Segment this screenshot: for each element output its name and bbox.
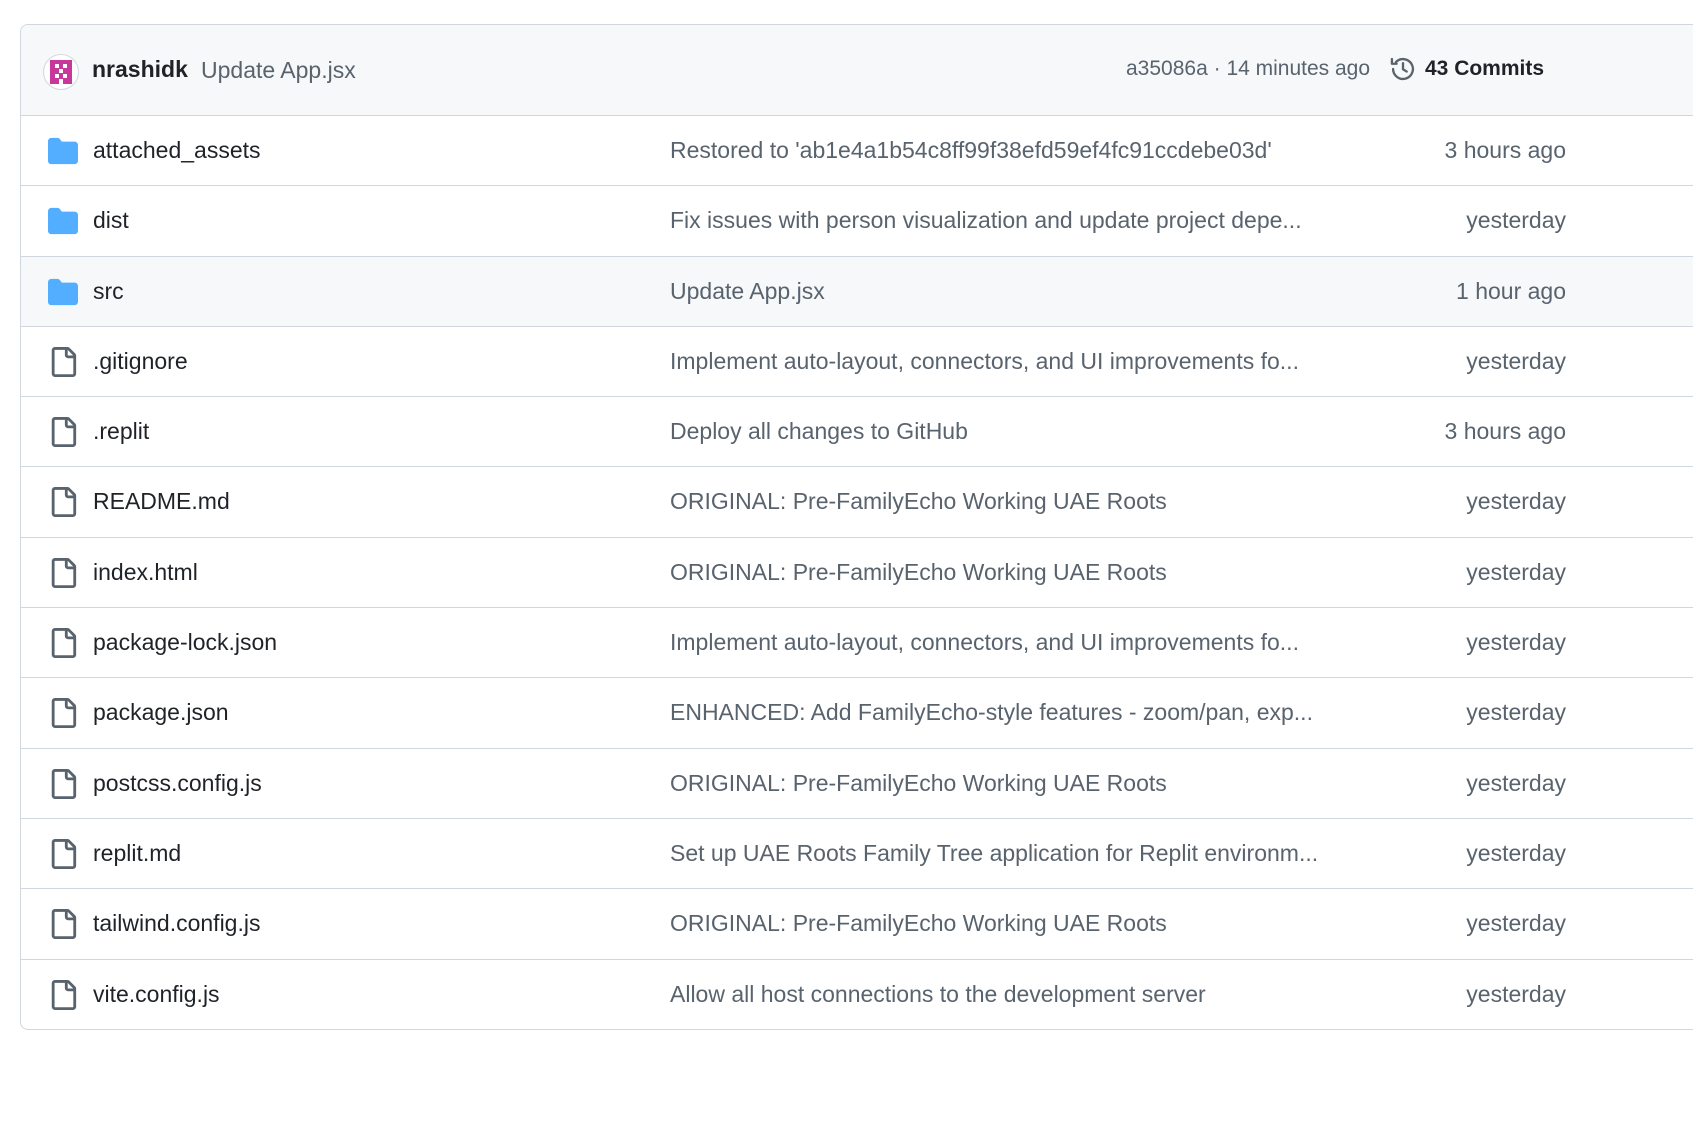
file-name[interactable]: .gitignore xyxy=(93,348,188,375)
folder-icon xyxy=(48,136,78,166)
file-commit-time: 3 hours ago xyxy=(1444,418,1566,445)
folder-icon xyxy=(48,206,78,236)
file-commit-message[interactable]: Deploy all changes to GitHub xyxy=(670,418,968,445)
commits-history-link[interactable]: 43 Commits xyxy=(1389,55,1544,83)
author-avatar[interactable] xyxy=(43,54,79,90)
file-commit-message[interactable]: Implement auto-layout, connectors, and U… xyxy=(670,629,1299,656)
commit-meta: a35086a · 14 minutes ago xyxy=(1126,57,1370,81)
file-icon xyxy=(48,909,78,940)
file-commit-time: yesterday xyxy=(1466,629,1566,656)
meta-separator: · xyxy=(1207,57,1227,80)
file-commit-message[interactable]: Allow all host connections to the develo… xyxy=(670,981,1206,1008)
file-commit-time: yesterday xyxy=(1466,839,1566,866)
file-commit-message[interactable]: Fix issues with person visualization and… xyxy=(670,207,1302,234)
file-row[interactable]: src Update App.jsx 1 hour ago xyxy=(21,256,1693,327)
file-commit-message[interactable]: Restored to 'ab1e4a1b54c8ff99f38efd59ef4… xyxy=(670,137,1272,164)
file-row[interactable]: package.json ENHANCED: Add FamilyEcho-st… xyxy=(21,678,1693,749)
file-row[interactable]: .gitignore Implement auto-layout, connec… xyxy=(21,327,1693,398)
file-icon xyxy=(48,979,78,1010)
file-row[interactable]: .replit Deploy all changes to GitHub 3 h… xyxy=(21,397,1693,468)
file-commit-message[interactable]: ENHANCED: Add FamilyEcho-style features … xyxy=(670,699,1313,726)
file-icon xyxy=(48,838,78,869)
file-browser: nrashidk Update App.jsx a35086a · 14 min… xyxy=(20,24,1693,1030)
file-row[interactable]: tailwind.config.js ORIGINAL: Pre-FamilyE… xyxy=(21,889,1693,960)
file-row[interactable]: README.md ORIGINAL: Pre-FamilyEcho Worki… xyxy=(21,467,1693,538)
file-commit-time: yesterday xyxy=(1466,558,1566,585)
file-commit-time: yesterday xyxy=(1466,769,1566,796)
file-list: attached_assets Restored to 'ab1e4a1b54c… xyxy=(21,116,1693,1029)
file-row[interactable]: vite.config.js Allow all host connection… xyxy=(21,960,1693,1029)
file-name[interactable]: vite.config.js xyxy=(93,981,220,1008)
file-row[interactable]: dist Fix issues with person visualizatio… xyxy=(21,186,1693,257)
file-commit-message[interactable]: ORIGINAL: Pre-FamilyEcho Working UAE Roo… xyxy=(670,770,1167,797)
file-name[interactable]: package-lock.json xyxy=(93,629,277,656)
file-name[interactable]: package.json xyxy=(93,699,229,726)
file-commit-time: yesterday xyxy=(1466,488,1566,515)
file-commit-time: yesterday xyxy=(1466,347,1566,374)
file-icon xyxy=(48,417,78,448)
file-name[interactable]: index.html xyxy=(93,559,198,586)
file-icon xyxy=(48,557,78,588)
file-icon xyxy=(48,768,78,799)
file-commit-time: yesterday xyxy=(1466,980,1566,1007)
file-icon xyxy=(48,698,78,729)
file-row[interactable]: replit.md Set up UAE Roots Family Tree a… xyxy=(21,819,1693,890)
file-commit-time: yesterday xyxy=(1466,207,1566,234)
file-name[interactable]: attached_assets xyxy=(93,137,261,164)
latest-commit-message[interactable]: Update App.jsx xyxy=(201,57,356,84)
file-name[interactable]: src xyxy=(93,278,124,305)
file-name[interactable]: dist xyxy=(93,207,129,234)
file-commit-time: 3 hours ago xyxy=(1444,137,1566,163)
commits-count-label: 43 Commits xyxy=(1425,57,1545,80)
file-commit-message[interactable]: ORIGINAL: Pre-FamilyEcho Working UAE Roo… xyxy=(670,488,1167,515)
commit-time: 14 minutes ago xyxy=(1226,57,1371,80)
history-icon xyxy=(1390,57,1415,81)
file-icon xyxy=(48,487,78,518)
file-name[interactable]: tailwind.config.js xyxy=(93,910,260,937)
commit-author[interactable]: nrashidk xyxy=(92,56,188,83)
commit-sha[interactable]: a35086a xyxy=(1126,57,1208,80)
file-commit-time: 1 hour ago xyxy=(1456,277,1566,304)
file-commit-message[interactable]: ORIGINAL: Pre-FamilyEcho Working UAE Roo… xyxy=(670,910,1167,937)
file-name[interactable]: replit.md xyxy=(93,840,181,867)
file-icon xyxy=(48,628,78,659)
file-name[interactable]: README.md xyxy=(93,488,230,515)
file-row[interactable]: package-lock.json Implement auto-layout,… xyxy=(21,608,1693,679)
file-commit-message[interactable]: Set up UAE Roots Family Tree application… xyxy=(670,840,1318,867)
file-commit-message[interactable]: ORIGINAL: Pre-FamilyEcho Working UAE Roo… xyxy=(670,559,1167,586)
file-commit-time: yesterday xyxy=(1466,910,1566,937)
file-row[interactable]: index.html ORIGINAL: Pre-FamilyEcho Work… xyxy=(21,538,1693,609)
file-row[interactable]: attached_assets Restored to 'ab1e4a1b54c… xyxy=(21,116,1693,187)
file-row[interactable]: postcss.config.js ORIGINAL: Pre-FamilyEc… xyxy=(21,749,1693,819)
folder-icon xyxy=(48,277,78,307)
file-name[interactable]: postcss.config.js xyxy=(93,770,262,797)
file-commit-message[interactable]: Implement auto-layout, connectors, and U… xyxy=(670,348,1299,375)
latest-commit-bar: nrashidk Update App.jsx a35086a · 14 min… xyxy=(21,25,1693,116)
file-icon xyxy=(48,346,78,377)
file-name[interactable]: .replit xyxy=(93,418,149,445)
file-commit-message[interactable]: Update App.jsx xyxy=(670,278,825,305)
file-commit-time: yesterday xyxy=(1466,699,1566,726)
